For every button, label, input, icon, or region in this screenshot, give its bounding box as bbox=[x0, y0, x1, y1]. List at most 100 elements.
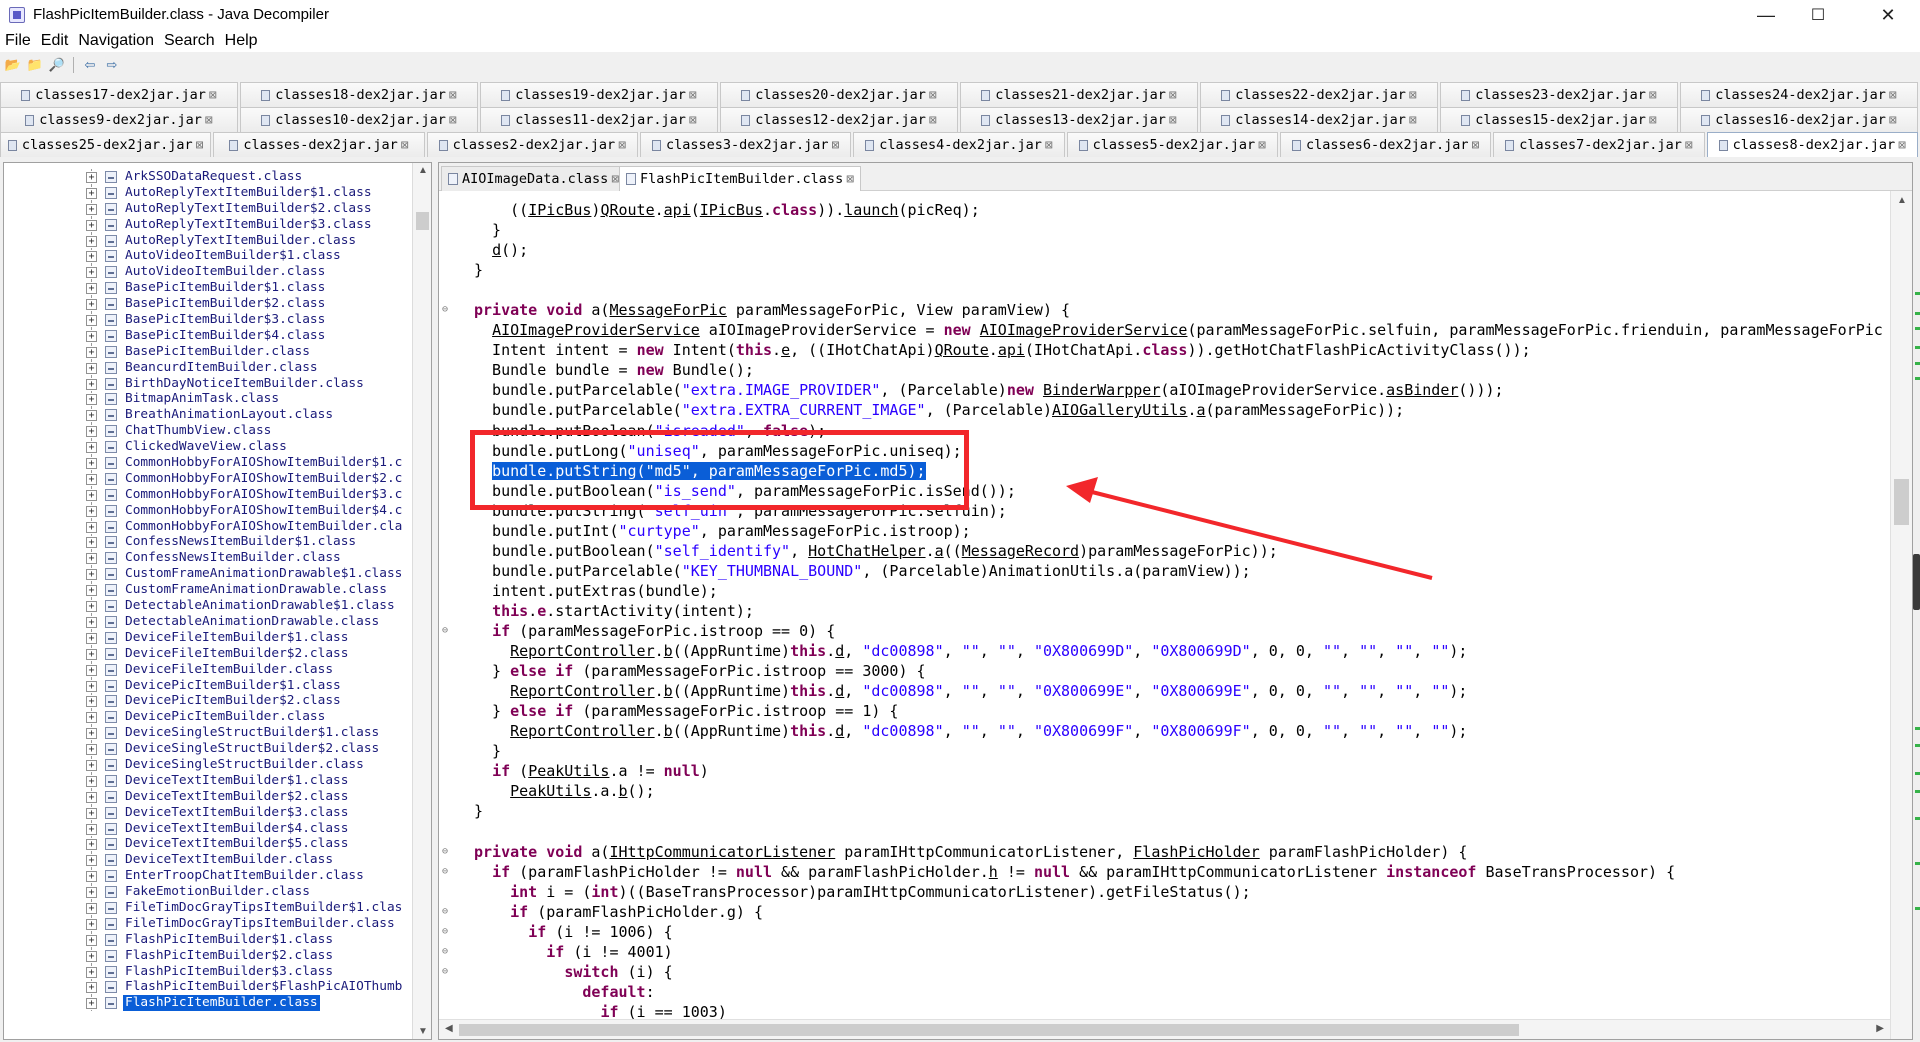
tree-item[interactable]: + CommonHobbyForAIOShowItemBuilder$2.c bbox=[4, 470, 412, 487]
expand-plus-icon[interactable]: + bbox=[86, 235, 97, 247]
expand-plus-icon[interactable]: + bbox=[86, 505, 97, 517]
jar-tab-classes22-dex2jar-jar[interactable]: classes22-dex2jar.jar ⊠ bbox=[1200, 82, 1438, 107]
tree-item[interactable]: + FlashPicItemBuilder$1.class bbox=[4, 931, 412, 948]
ruler-marker[interactable] bbox=[1915, 790, 1920, 793]
close-tab-icon[interactable]: ⊠ bbox=[1169, 113, 1177, 128]
fold-toggle-icon[interactable]: ⊖ bbox=[442, 962, 448, 982]
close-tab-icon[interactable]: ⊠ bbox=[689, 88, 697, 103]
menu-file[interactable]: File bbox=[0, 30, 36, 52]
expand-plus-icon[interactable]: + bbox=[86, 744, 97, 756]
expand-plus-icon[interactable]: + bbox=[86, 934, 97, 946]
tree-item[interactable]: + FlashPicItemBuilder$2.class bbox=[4, 947, 412, 964]
close-button[interactable]: ✕ bbox=[1862, 0, 1914, 30]
expand-plus-icon[interactable]: + bbox=[86, 473, 97, 485]
tree-item[interactable]: + DeviceFileItemBuilder$1.class bbox=[4, 629, 412, 646]
jar-tab-classes3-dex2jar-jar[interactable]: classes3-dex2jar.jar ⊠ bbox=[639, 132, 852, 157]
tree-item[interactable]: + DetectableAnimationDrawable$1.class bbox=[4, 598, 412, 615]
ruler-marker[interactable] bbox=[1915, 292, 1920, 295]
editor-tab-aioimagedata-class[interactable]: AIOImageData.class ⊠ bbox=[441, 166, 627, 191]
tree-item[interactable]: + DeviceTextItemBuilder$3.class bbox=[4, 804, 412, 821]
tree-item[interactable]: + FlashPicItemBuilder$FlashPicAIOThumb bbox=[4, 979, 412, 996]
expand-plus-icon[interactable]: + bbox=[86, 251, 97, 263]
menu-search[interactable]: Search bbox=[159, 30, 220, 52]
tree-item[interactable]: + DeviceFileItemBuilder.class bbox=[4, 661, 412, 678]
open-type-button[interactable]: 📁 bbox=[24, 55, 46, 75]
menu-help[interactable]: Help bbox=[220, 30, 263, 52]
fold-toggle-icon[interactable]: ⊖ bbox=[442, 621, 448, 641]
jar-tab-classes18-dex2jar-jar[interactable]: classes18-dex2jar.jar ⊠ bbox=[240, 82, 478, 107]
fold-toggle-icon[interactable]: ⊖ bbox=[442, 902, 448, 922]
tree-item[interactable]: + DeviceSingleStructBuilder$2.class bbox=[4, 741, 412, 758]
code-scroll-thumb[interactable] bbox=[1894, 479, 1909, 525]
fold-toggle-icon[interactable]: ⊖ bbox=[442, 842, 448, 862]
ruler-marker[interactable] bbox=[1915, 327, 1920, 330]
tree-item[interactable]: + DeviceSingleStructBuilder.class bbox=[4, 756, 412, 773]
close-tab-icon[interactable]: ⊠ bbox=[1649, 113, 1657, 128]
expand-plus-icon[interactable]: + bbox=[86, 585, 97, 597]
ruler-marker[interactable] bbox=[1915, 744, 1920, 747]
tree-item[interactable]: + BasePicItemBuilder.class bbox=[4, 343, 412, 360]
expand-plus-icon[interactable]: + bbox=[86, 775, 97, 787]
tree-item[interactable]: + ConfessNewsItemBuilder.class bbox=[4, 550, 412, 567]
expand-plus-icon[interactable]: + bbox=[86, 219, 97, 231]
expand-plus-icon[interactable]: + bbox=[86, 648, 97, 660]
expand-plus-icon[interactable]: + bbox=[86, 871, 97, 883]
open-file-button[interactable]: 📂 bbox=[2, 55, 24, 75]
close-tab-icon[interactable]: ⊠ bbox=[1649, 88, 1657, 103]
expand-plus-icon[interactable]: + bbox=[86, 982, 97, 994]
expand-plus-icon[interactable]: + bbox=[86, 616, 97, 628]
maximize-button[interactable]: ☐ bbox=[1792, 0, 1844, 30]
expand-plus-icon[interactable]: + bbox=[86, 632, 97, 644]
expand-plus-icon[interactable]: + bbox=[86, 537, 97, 549]
expand-plus-icon[interactable]: + bbox=[86, 267, 97, 279]
expand-plus-icon[interactable]: + bbox=[86, 823, 97, 835]
close-tab-icon[interactable]: ⊠ bbox=[209, 88, 217, 103]
expand-plus-icon[interactable]: + bbox=[86, 489, 97, 501]
jar-tab-classes23-dex2jar-jar[interactable]: classes23-dex2jar.jar ⊠ bbox=[1440, 82, 1678, 107]
expand-plus-icon[interactable]: + bbox=[86, 299, 97, 311]
fold-toggle-icon[interactable]: ⊖ bbox=[442, 942, 448, 962]
jar-tab-classes4-dex2jar-jar[interactable]: classes4-dex2jar.jar ⊠ bbox=[853, 132, 1065, 157]
expand-plus-icon[interactable]: + bbox=[86, 187, 97, 199]
tree-item[interactable]: + DeviceFileItemBuilder$2.class bbox=[4, 645, 412, 662]
ruler-marker[interactable] bbox=[1915, 312, 1920, 315]
close-tab-icon[interactable]: ⊠ bbox=[1889, 88, 1897, 103]
code-hscroll-thumb[interactable] bbox=[459, 1024, 1519, 1036]
scroll-up-arrow-icon[interactable]: ▲ bbox=[1897, 195, 1907, 206]
tree-item[interactable]: + BasePicItemBuilder$4.class bbox=[4, 327, 412, 344]
tree-item[interactable]: + ArkSSODataRequest.class bbox=[4, 169, 412, 185]
ruler-marker[interactable] bbox=[1915, 862, 1920, 865]
close-tab-icon[interactable]: ⊠ bbox=[1898, 138, 1906, 153]
tree-item[interactable]: + DevicePicItemBuilder$1.class bbox=[4, 677, 412, 694]
editor-tab-flashpicitembuilder-class[interactable]: FlashPicItemBuilder.class ⊠ bbox=[619, 166, 862, 191]
code-horizontal-scrollbar[interactable]: ◀ ▶ bbox=[439, 1019, 1890, 1039]
ruler-marker[interactable] bbox=[1915, 772, 1920, 775]
tree-item[interactable]: + CommonHobbyForAIOShowItemBuilder$1.c bbox=[4, 455, 412, 472]
close-tab-icon[interactable]: ⊠ bbox=[196, 138, 204, 153]
tree-item[interactable]: + BreathAnimationLayout.class bbox=[4, 407, 412, 424]
expand-plus-icon[interactable]: + bbox=[86, 696, 97, 708]
expand-plus-icon[interactable]: + bbox=[86, 553, 97, 565]
expand-plus-icon[interactable]: + bbox=[86, 426, 97, 438]
expand-plus-icon[interactable]: + bbox=[86, 712, 97, 724]
expand-plus-icon[interactable]: + bbox=[86, 759, 97, 771]
jar-tab-classes14-dex2jar-jar[interactable]: classes14-dex2jar.jar ⊠ bbox=[1200, 107, 1438, 132]
tree-item[interactable]: + ChatThumbView.class bbox=[4, 423, 412, 440]
close-tab-icon[interactable]: ⊠ bbox=[846, 172, 854, 187]
tree-item[interactable]: + CommonHobbyForAIOShowItemBuilder$4.c bbox=[4, 502, 412, 519]
expand-plus-icon[interactable]: + bbox=[86, 601, 97, 613]
close-tab-icon[interactable]: ⊠ bbox=[1472, 138, 1480, 153]
tree-item[interactable]: + AutoReplyTextItemBuilder$2.class bbox=[4, 200, 412, 217]
expand-plus-icon[interactable]: + bbox=[86, 346, 97, 358]
ruler-marker[interactable] bbox=[1915, 346, 1920, 349]
expand-plus-icon[interactable]: + bbox=[86, 791, 97, 803]
close-tab-icon[interactable]: ⊠ bbox=[1045, 138, 1053, 153]
close-tab-icon[interactable]: ⊠ bbox=[611, 172, 619, 187]
expand-plus-icon[interactable]: + bbox=[86, 394, 97, 406]
tree-item[interactable]: + BasePicItemBuilder$1.class bbox=[4, 280, 412, 297]
jar-tab-classes16-dex2jar-jar[interactable]: classes16-dex2jar.jar ⊠ bbox=[1680, 107, 1918, 132]
expand-plus-icon[interactable]: + bbox=[86, 315, 97, 327]
close-tab-icon[interactable]: ⊠ bbox=[449, 113, 457, 128]
tree-item[interactable]: + FileTimDocGrayTipsItemBuilder.class bbox=[4, 915, 412, 932]
minimize-button[interactable]: — bbox=[1740, 0, 1792, 30]
